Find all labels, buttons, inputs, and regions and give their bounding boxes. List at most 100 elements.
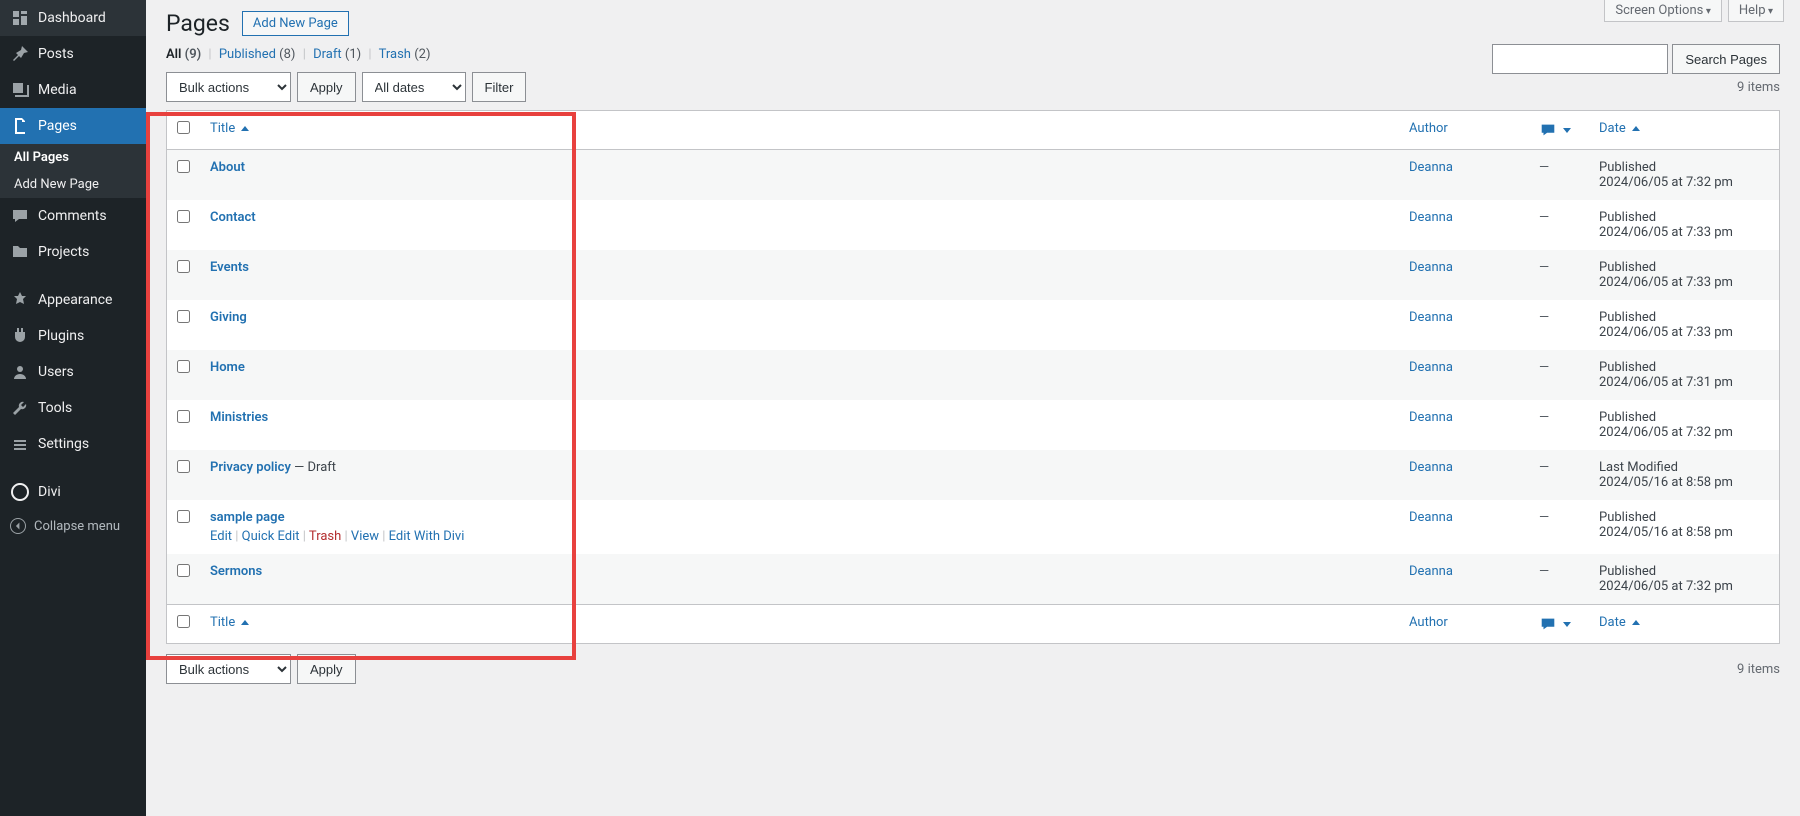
table-row: EventsDeanna—Published2024/06/05 at 7:33… — [167, 250, 1779, 300]
row-checkbox[interactable] — [177, 160, 190, 173]
screen-options-tab[interactable]: Screen Options — [1604, 0, 1721, 22]
sidebar-item-divi[interactable]: Divi — [0, 474, 146, 510]
dashboard-icon — [10, 8, 30, 28]
sidebar-label-dashboard: Dashboard — [38, 10, 106, 26]
comment-bubble-icon — [1539, 121, 1557, 139]
comments-cell: — — [1529, 400, 1589, 450]
items-count-top: 9 items — [1737, 80, 1780, 95]
page-title-link[interactable]: Contact — [210, 210, 256, 225]
plugins-icon — [10, 326, 30, 346]
sidebar-label-projects: Projects — [38, 244, 89, 260]
row-action-edit[interactable]: Edit — [210, 529, 232, 544]
filter-all[interactable]: All (9) — [166, 47, 201, 62]
items-count-bottom: 9 items — [1737, 662, 1780, 677]
author-link[interactable]: Deanna — [1409, 260, 1453, 275]
apply-button-top[interactable]: Apply — [297, 72, 356, 102]
page-title-link[interactable]: Sermons — [210, 564, 262, 579]
row-checkbox[interactable] — [177, 310, 190, 323]
author-link[interactable]: Deanna — [1409, 460, 1453, 475]
apply-button-bottom[interactable]: Apply — [297, 654, 356, 684]
draft-indicator: — Draft — [291, 460, 336, 475]
page-title-link[interactable]: Events — [210, 260, 249, 275]
sidebar-label-collapse: Collapse menu — [34, 519, 120, 534]
page-title-link[interactable]: Giving — [210, 310, 247, 325]
select-all-bottom[interactable] — [177, 615, 190, 628]
sidebar-item-users[interactable]: Users — [0, 354, 146, 390]
filter-published[interactable]: Published (8) — [219, 47, 296, 62]
sidebar-label-tools: Tools — [38, 400, 72, 416]
row-action-edit-divi[interactable]: Edit With Divi — [389, 529, 465, 544]
column-comments-header[interactable] — [1529, 111, 1589, 150]
comments-cell: — — [1529, 450, 1589, 500]
column-date-footer[interactable]: Date — [1589, 604, 1779, 643]
author-link[interactable]: Deanna — [1409, 160, 1453, 175]
page-title-link[interactable]: sample page — [210, 510, 285, 525]
date-cell: Published2024/06/05 at 7:33 pm — [1589, 300, 1779, 350]
comments-cell: — — [1529, 250, 1589, 300]
date-cell: Published2024/06/05 at 7:31 pm — [1589, 350, 1779, 400]
row-action-trash[interactable]: Trash — [309, 529, 341, 544]
column-date-header[interactable]: Date — [1589, 111, 1779, 150]
author-link[interactable]: Deanna — [1409, 510, 1453, 525]
sidebar-item-plugins[interactable]: Plugins — [0, 318, 146, 354]
sidebar-collapse-toggle[interactable]: Collapse menu — [0, 510, 146, 542]
row-checkbox[interactable] — [177, 510, 190, 523]
table-row: sample pageEdit | Quick Edit | Trash | V… — [167, 500, 1779, 554]
sidebar-subitem-add-new[interactable]: Add New Page — [0, 171, 146, 198]
sidebar-item-media[interactable]: Media — [0, 72, 146, 108]
search-input[interactable] — [1492, 44, 1668, 74]
filter-draft[interactable]: Draft (1) — [313, 47, 361, 62]
row-checkbox[interactable] — [177, 410, 190, 423]
sidebar-item-posts[interactable]: Posts — [0, 36, 146, 72]
collapse-icon — [10, 518, 26, 534]
filter-trash[interactable]: Trash (2) — [379, 47, 431, 62]
pages-icon — [10, 116, 30, 136]
column-title-header[interactable]: Title — [200, 111, 1399, 150]
row-checkbox[interactable] — [177, 564, 190, 577]
sidebar-item-pages[interactable]: Pages — [0, 108, 146, 144]
date-cell: Published2024/06/05 at 7:32 pm — [1589, 400, 1779, 450]
table-row: Home Deanna —Published2024/06/05 at 7:31 p… — [167, 350, 1779, 400]
sidebar-item-dashboard[interactable]: Dashboard — [0, 0, 146, 36]
add-new-page-button[interactable]: Add New Page — [242, 11, 349, 36]
author-link[interactable]: Deanna — [1409, 310, 1453, 325]
author-link[interactable]: Deanna — [1409, 360, 1453, 375]
row-checkbox[interactable] — [177, 260, 190, 273]
row-action-quick-edit[interactable]: Quick Edit — [242, 529, 300, 544]
sidebar-item-tools[interactable]: Tools — [0, 390, 146, 426]
comments-cell: — — [1529, 500, 1589, 554]
page-title-link[interactable]: Ministries — [210, 410, 268, 425]
help-tab[interactable]: Help — [1728, 0, 1784, 22]
date-cell: Published2024/06/05 at 7:32 pm — [1589, 554, 1779, 604]
author-link[interactable]: Deanna — [1409, 410, 1453, 425]
column-comments-footer[interactable] — [1529, 604, 1589, 643]
sidebar-label-settings: Settings — [38, 436, 89, 452]
page-title-link[interactable]: Home — [210, 360, 245, 375]
sidebar-item-settings[interactable]: Settings — [0, 426, 146, 462]
sidebar-item-projects[interactable]: Projects — [0, 234, 146, 270]
select-all-top[interactable] — [177, 121, 190, 134]
filter-button[interactable]: Filter — [472, 72, 527, 102]
author-link[interactable]: Deanna — [1409, 564, 1453, 579]
date-filter-select[interactable]: All dates — [362, 72, 466, 102]
row-checkbox[interactable] — [177, 210, 190, 223]
bulk-actions-select[interactable]: Bulk actions — [166, 72, 291, 102]
table-row: Sermons Deanna —Published2024/06/05 at 7:3… — [167, 554, 1779, 604]
comments-cell: — — [1529, 554, 1589, 604]
page-title-link[interactable]: Privacy policy — [210, 460, 291, 475]
page-title-link[interactable]: About — [210, 160, 245, 175]
comments-cell: — — [1529, 350, 1589, 400]
sidebar-subitem-all-pages[interactable]: All Pages — [0, 144, 146, 171]
bulk-actions-select-bottom[interactable]: Bulk actions — [166, 654, 291, 684]
author-link[interactable]: Deanna — [1409, 210, 1453, 225]
settings-icon — [10, 434, 30, 454]
sidebar-item-comments[interactable]: Comments — [0, 198, 146, 234]
row-checkbox[interactable] — [177, 360, 190, 373]
row-action-view[interactable]: View — [351, 529, 379, 544]
column-title-footer[interactable]: Title — [200, 604, 1399, 643]
search-pages-button[interactable]: Search Pages — [1672, 44, 1780, 74]
comment-bubble-icon — [1539, 615, 1557, 633]
sidebar-item-appearance[interactable]: Appearance — [0, 282, 146, 318]
sidebar-label-appearance: Appearance — [38, 292, 112, 308]
row-checkbox[interactable] — [177, 460, 190, 473]
